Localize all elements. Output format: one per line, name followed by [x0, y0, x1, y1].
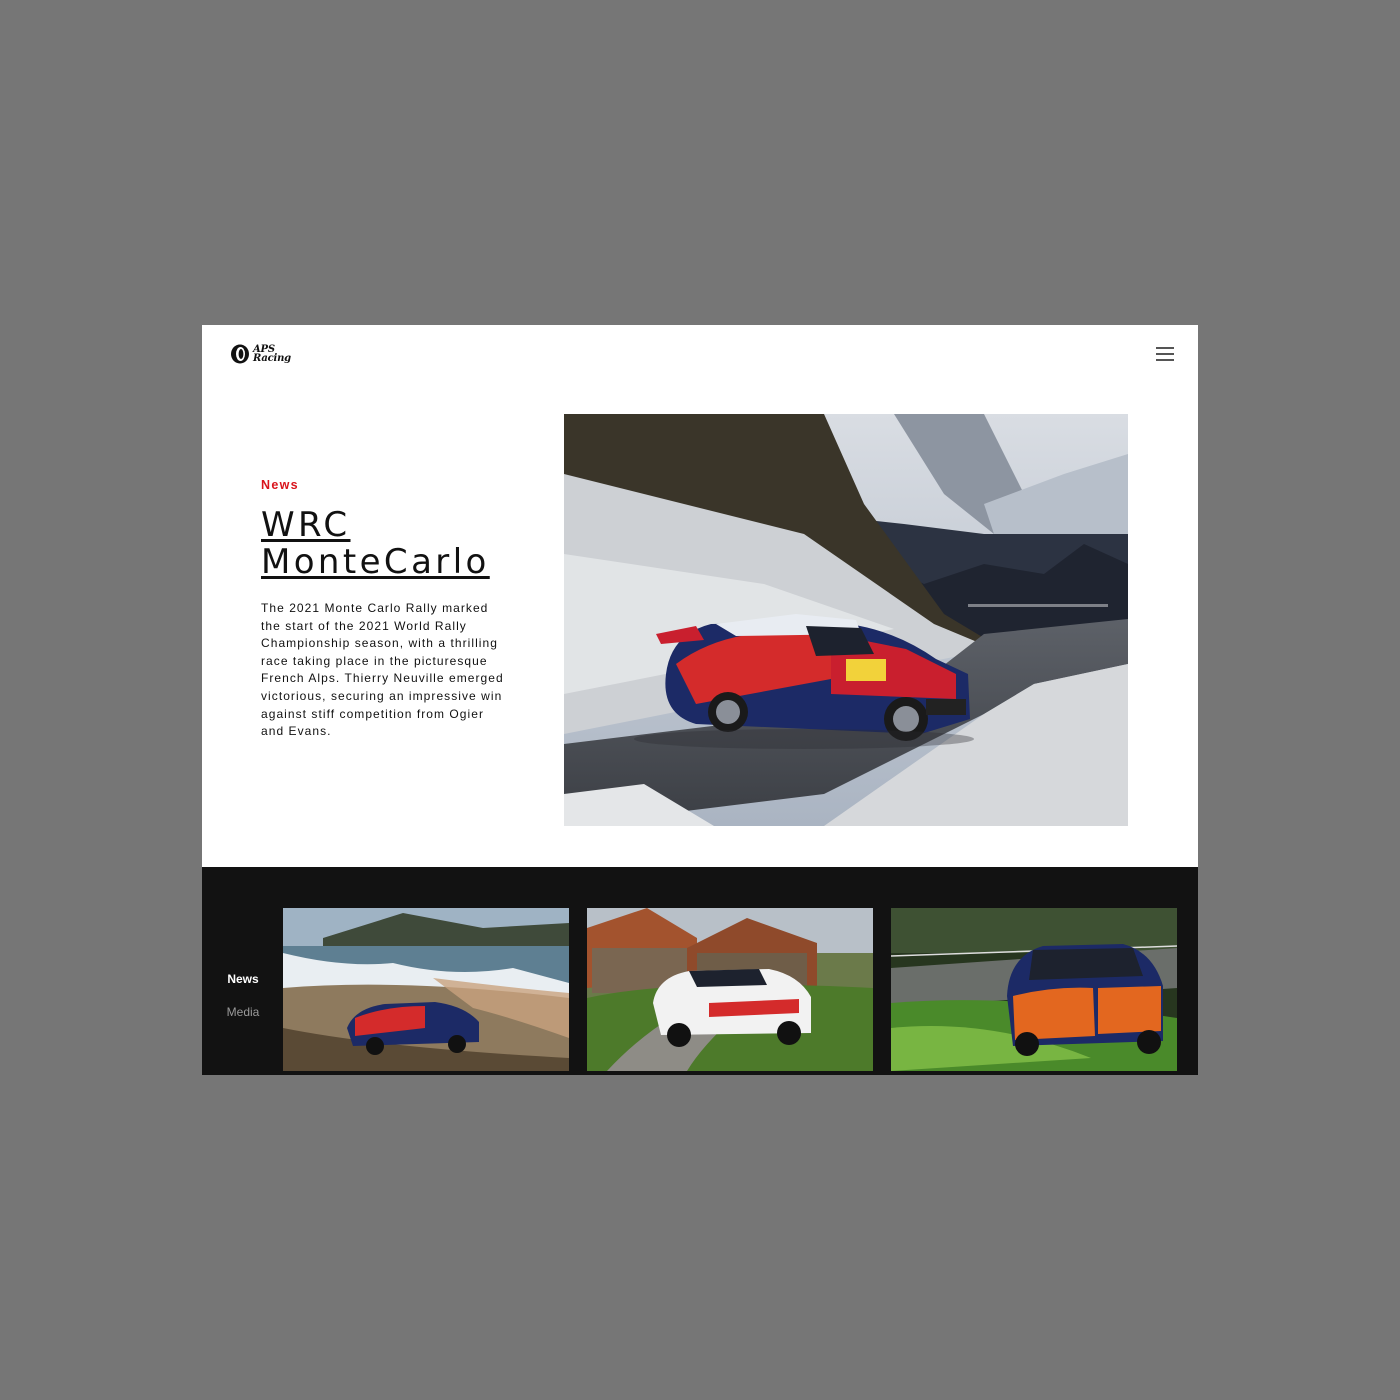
- article-title-line1: WRC: [261, 505, 351, 545]
- article-description: The 2021 Monte Carlo Rally marked the st…: [261, 601, 504, 739]
- article-title[interactable]: WRC MonteCarlo: [261, 507, 511, 581]
- rally-car-village-image: [587, 908, 873, 1071]
- brand-name-line2: Racing: [253, 353, 291, 364]
- thumbnail-tarmac[interactable]: [891, 908, 1177, 1071]
- hamburger-menu-icon[interactable]: [1156, 347, 1174, 363]
- thumbnail-village[interactable]: [587, 908, 873, 1071]
- brand-name: APS Racing: [253, 345, 297, 364]
- bottom-section: News Media: [202, 867, 1198, 1075]
- rally-car-snowy-road-image: [564, 414, 1128, 826]
- thumbnail-coastal[interactable]: [283, 908, 569, 1071]
- brand-logo[interactable]: APS Racing: [230, 344, 297, 364]
- tire-logo-icon: [231, 344, 249, 364]
- nav-item-news[interactable]: News: [202, 972, 284, 986]
- rally-car-coastal-image: [283, 908, 569, 1071]
- hero-text: News WRC MonteCarlo The 2021 Monte Carlo…: [261, 478, 511, 753]
- article-title-line2: MonteCarlo: [261, 542, 490, 582]
- nav-item-media[interactable]: Media: [202, 1005, 284, 1019]
- page-frame: APS Racing News WRC MonteCarlo The 2021 …: [202, 325, 1198, 1075]
- category-label[interactable]: News: [261, 478, 511, 492]
- hero-image: [564, 414, 1128, 826]
- rally-car-tarmac-image: [891, 908, 1177, 1071]
